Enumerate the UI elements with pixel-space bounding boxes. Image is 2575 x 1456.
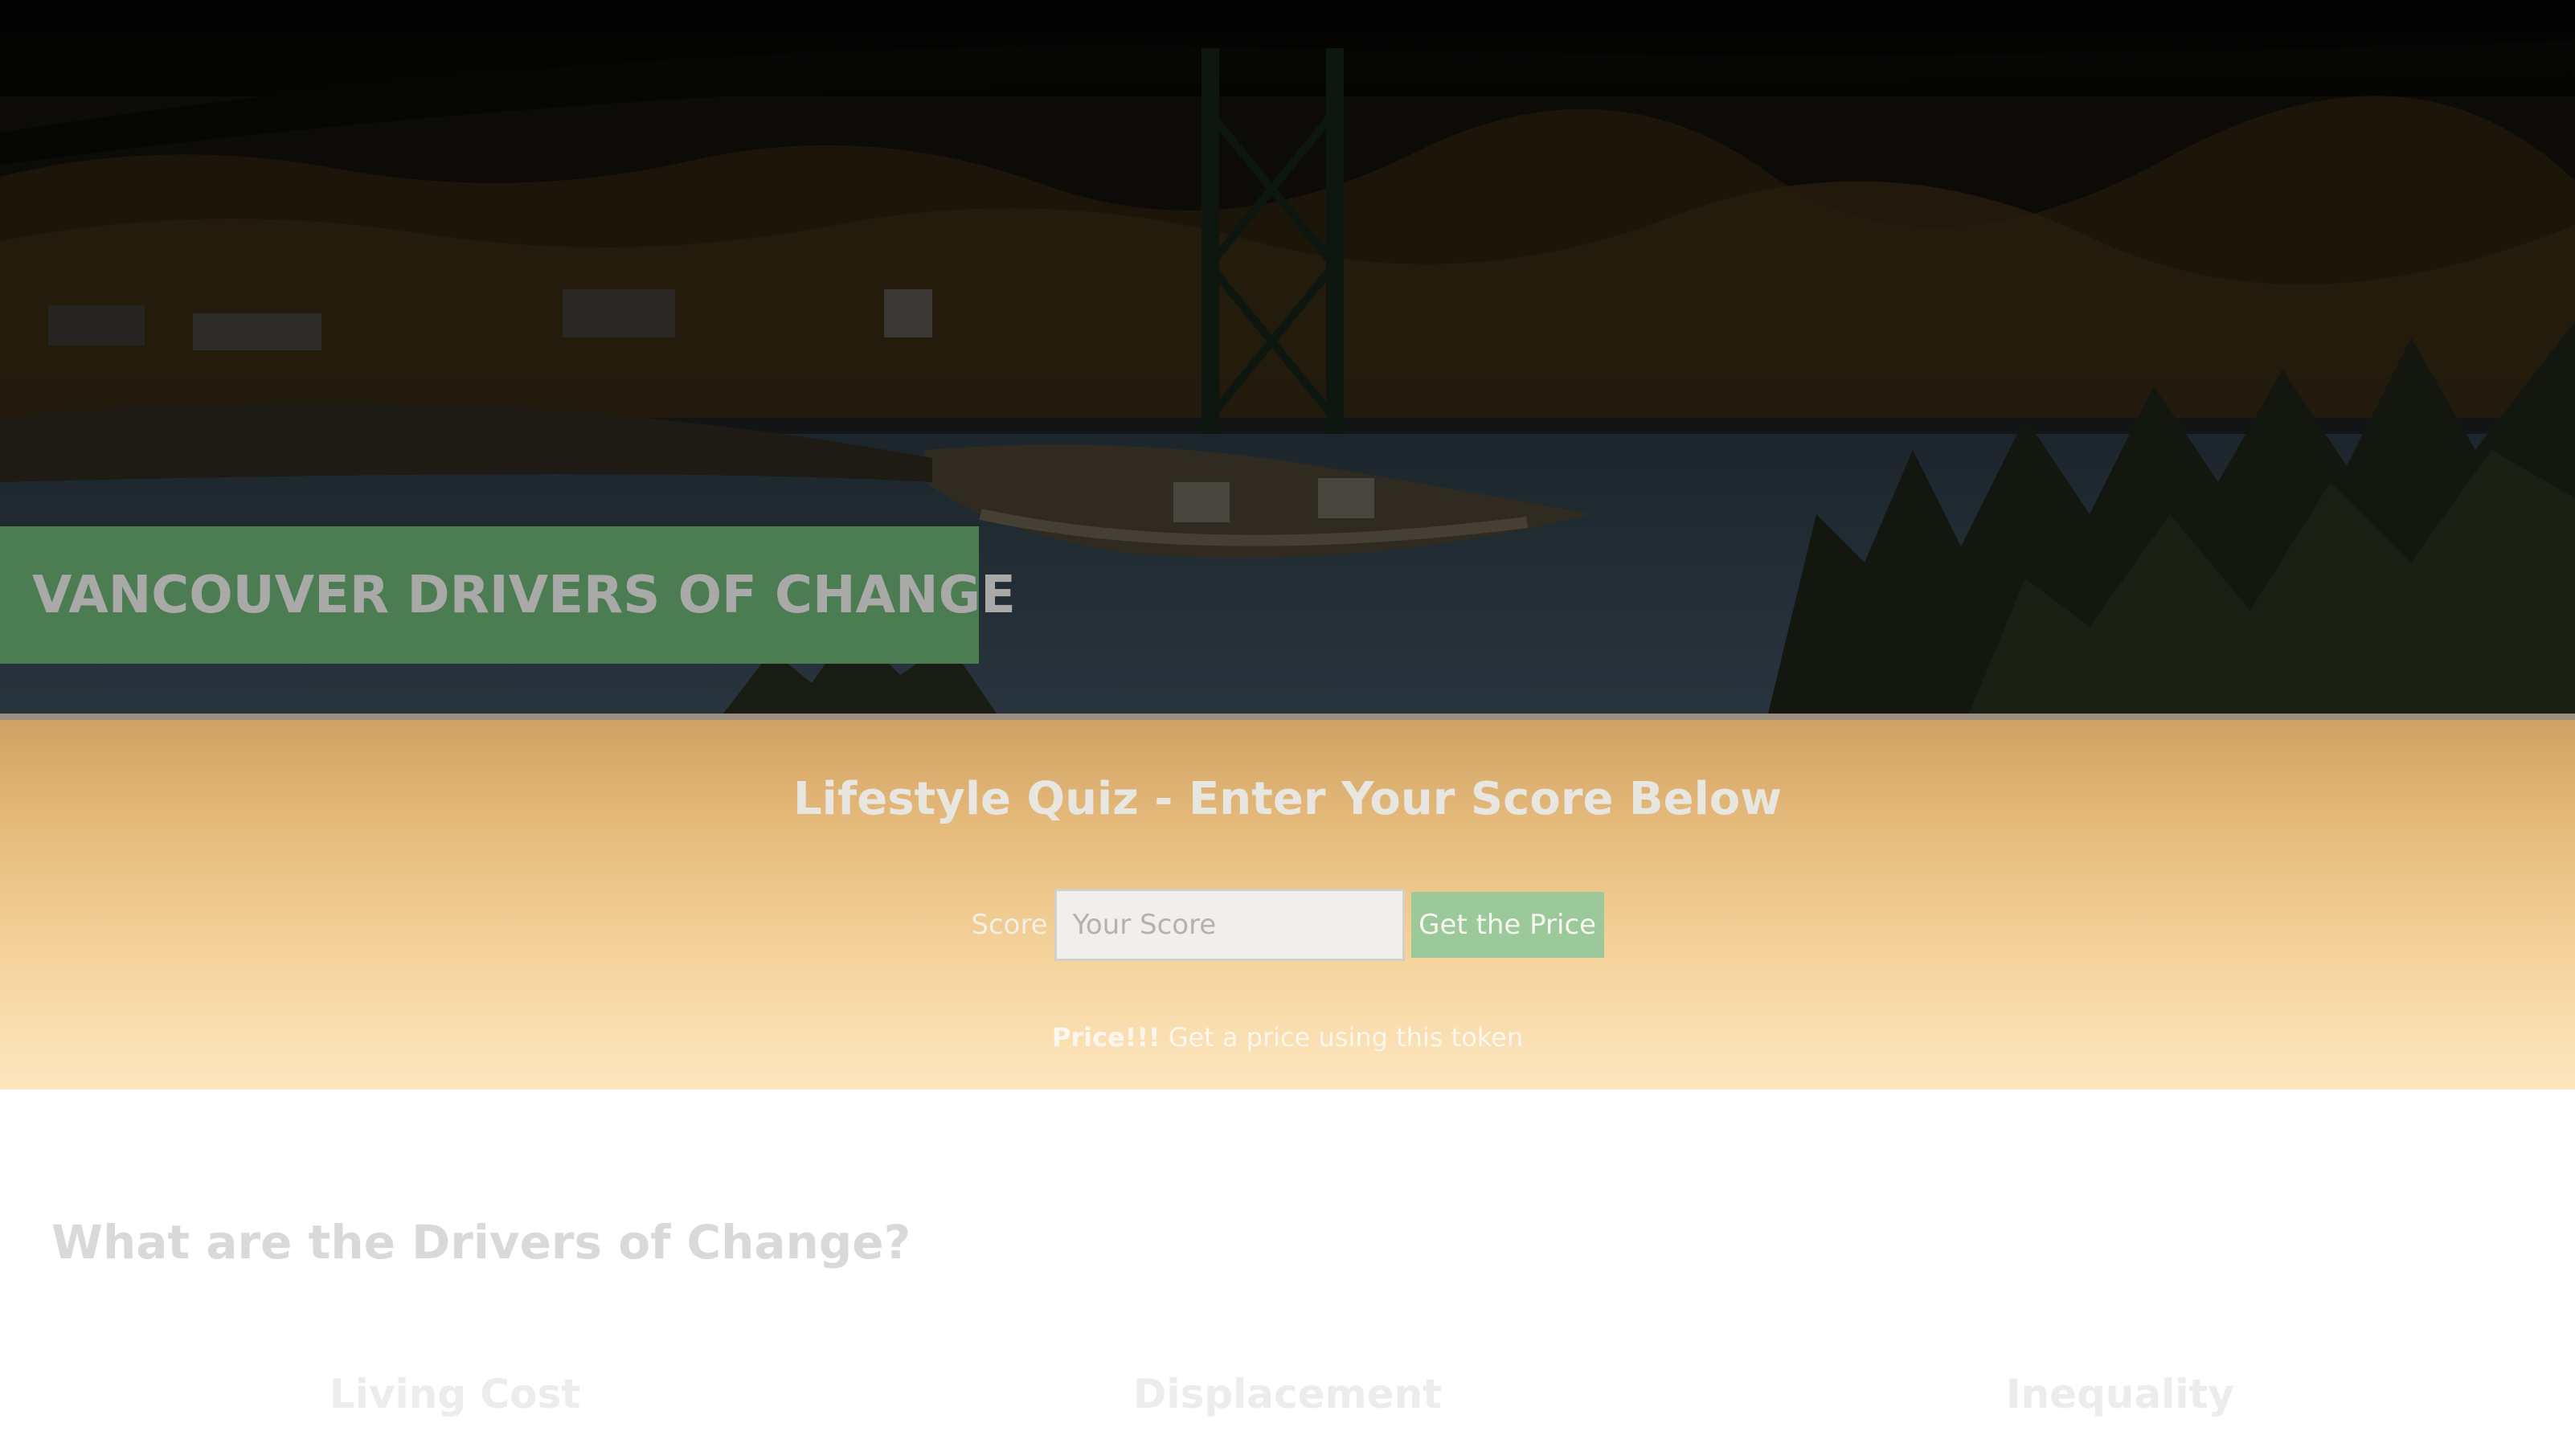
price-result-label: Price!!! [1051, 1022, 1161, 1053]
price-result: Price!!! Get a price using this token [0, 1022, 2575, 1053]
score-form: Score Get the Price [0, 889, 2575, 961]
driver-living-cost: Living Cost [329, 1371, 581, 1417]
driver-displacement: Displacement [1132, 1371, 1443, 1417]
quiz-title: Lifestyle Quiz - Enter Your Score Below [792, 773, 1782, 825]
page: VANCOUVER DRIVERS OF CHANGE Lifestyle Qu… [0, 0, 2575, 1456]
site-title: VANCOUVER DRIVERS OF CHANGE [32, 565, 1016, 625]
hero-divider [0, 714, 2575, 720]
price-result-text: Get a price using this token [1160, 1022, 1524, 1053]
lifestyle-quiz-section: Lifestyle Quiz - Enter Your Score Below … [0, 720, 2575, 1090]
get-price-button[interactable]: Get the Price [1410, 892, 1604, 958]
score-input[interactable] [1054, 889, 1405, 961]
driver-inequality: Inequality [2005, 1371, 2234, 1417]
drivers-heading: What are the Drivers of Change? [51, 1215, 911, 1270]
score-label: Score [971, 909, 1048, 941]
site-title-banner: VANCOUVER DRIVERS OF CHANGE [0, 526, 1016, 664]
hero-banner: VANCOUVER DRIVERS OF CHANGE [0, 0, 2575, 714]
